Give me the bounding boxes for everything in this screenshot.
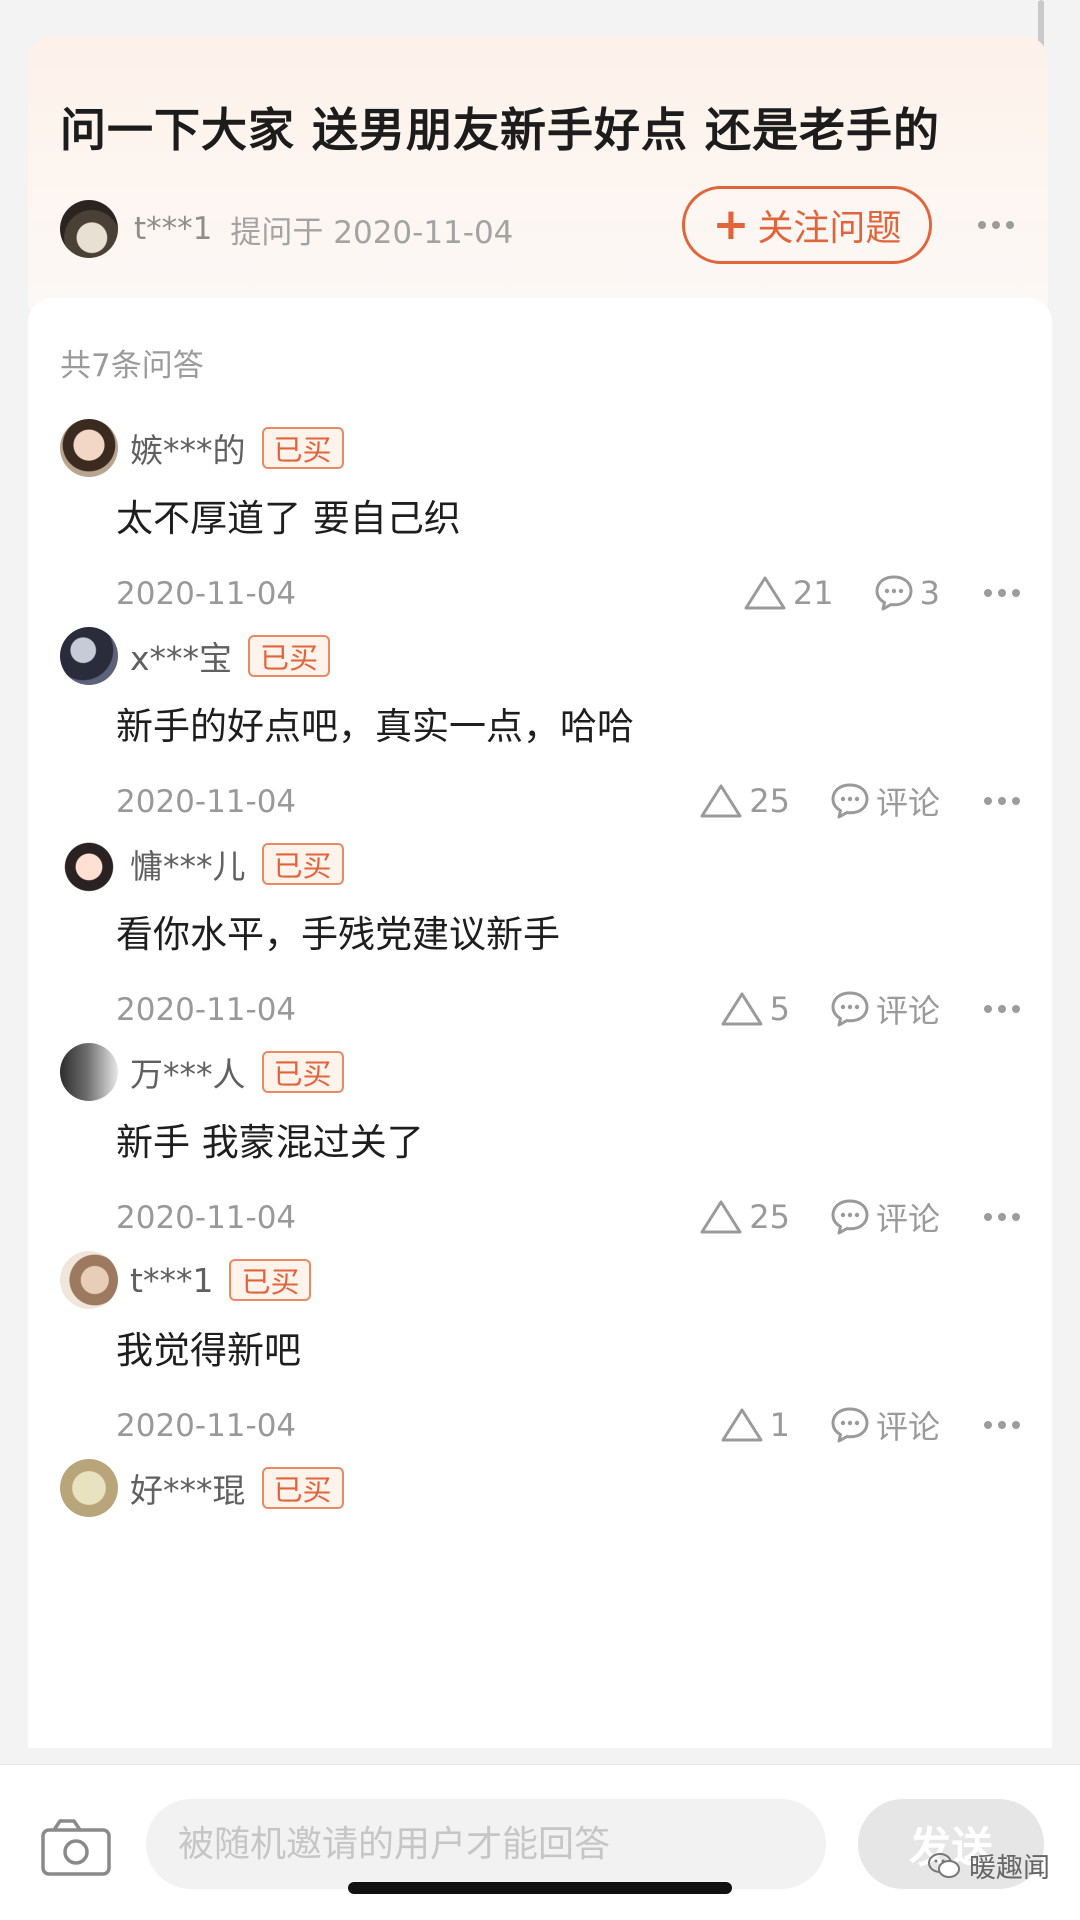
answer-actions: 1 评论 [680, 1400, 1020, 1450]
answer-text: 我觉得新吧 [116, 1329, 301, 1372]
user-avatar[interactable] [60, 627, 118, 685]
asker-name[interactable]: t***1 [134, 211, 212, 247]
like-button[interactable]: 25 [699, 1198, 790, 1236]
watermark: 暖趣闻 [927, 1846, 1050, 1885]
user-avatar[interactable] [60, 1043, 118, 1101]
answer-user-row: t***1 已买 [60, 1250, 312, 1310]
answer-user-row: x***宝 已买 [60, 626, 331, 686]
bought-badge: 已买 [261, 843, 344, 885]
user-avatar[interactable] [60, 1459, 118, 1517]
triangle-like-icon [700, 1200, 742, 1234]
like-count: 21 [792, 574, 834, 612]
bought-badge: 已买 [248, 635, 331, 677]
bought-badge: 已买 [261, 1051, 344, 1093]
comment-bubble-icon [831, 783, 869, 819]
comment-label: 评论 [875, 992, 940, 1030]
answer-user-row: 万***人 已买 [60, 1042, 344, 1102]
comment-label: 评论 [875, 784, 940, 822]
comment-button[interactable]: 评论 [830, 1402, 940, 1448]
answer-text: 新手的好点吧，真实一点，哈哈 [116, 705, 634, 748]
question-detail-page: 问一下大家 送男朋友新手好点 还是老手的 t***1 提问于 2020-11-0… [0, 0, 1080, 1920]
answer-date: 2020-11-04 [116, 576, 297, 612]
answer-date: 2020-11-04 [116, 1408, 297, 1444]
triangle-like-icon [744, 576, 786, 610]
user-name[interactable]: t***1 [130, 1261, 213, 1300]
more-icon[interactable] [984, 797, 1020, 805]
like-count: 25 [749, 782, 790, 820]
bought-badge: 已买 [261, 1467, 344, 1509]
user-name[interactable]: x***宝 [130, 632, 232, 680]
comment-bubble-icon [831, 1407, 869, 1443]
like-count: 1 [769, 1406, 790, 1444]
more-icon[interactable] [984, 1005, 1020, 1013]
triangle-like-icon [721, 992, 763, 1026]
answer-text: 看你水平，手残党建议新手 [116, 913, 560, 956]
reply-bar: 发送 [0, 1764, 1080, 1920]
follow-question-button[interactable]: + 关注问题 [682, 186, 932, 264]
user-name[interactable]: 慵***儿 [130, 840, 246, 888]
comment-button[interactable]: 3 [874, 574, 940, 612]
more-icon[interactable] [984, 1213, 1020, 1221]
answer-actions: 25 评论 [659, 1192, 1020, 1242]
answer-text: 新手 我蒙混过关了 [116, 1121, 424, 1164]
user-avatar[interactable] [60, 419, 118, 477]
like-count: 5 [769, 990, 790, 1028]
comment-label: 评论 [875, 1408, 940, 1446]
like-count: 25 [749, 1198, 790, 1236]
comment-label: 3 [919, 574, 940, 612]
user-name[interactable]: 好***琨 [130, 1464, 246, 1512]
question-title: 问一下大家 送男朋友新手好点 还是老手的 [60, 103, 941, 157]
comment-bubble-icon [831, 1199, 869, 1235]
user-name[interactable]: 嫉***的 [130, 424, 246, 472]
triangle-like-icon [721, 1408, 763, 1442]
bought-badge: 已买 [261, 427, 344, 469]
answer-date: 2020-11-04 [116, 784, 297, 820]
camera-button[interactable] [40, 1817, 112, 1877]
more-icon[interactable] [978, 221, 1014, 229]
answer-actions: 5 评论 [680, 984, 1020, 1034]
answer-user-row: 慵***儿 已买 [60, 834, 344, 894]
answer-user-row: 嫉***的 已买 [60, 418, 344, 478]
user-avatar[interactable] [60, 835, 118, 893]
comment-bubble-icon [831, 991, 869, 1027]
triangle-like-icon [700, 784, 742, 818]
like-button[interactable]: 1 [720, 1406, 790, 1444]
camera-icon [41, 1819, 111, 1876]
answer-date: 2020-11-04 [116, 1200, 297, 1236]
asked-at: 提问于 2020-11-04 [230, 214, 514, 251]
comment-bubble-icon [875, 575, 913, 611]
more-icon[interactable] [984, 1421, 1020, 1429]
wechat-logo-icon [928, 1852, 960, 1878]
comment-button[interactable]: 评论 [830, 986, 940, 1032]
answers-card: 共7条问答 嫉***的 已买 太不厚道了 要自己织 2020-11-04 21 … [28, 298, 1052, 1748]
bought-badge: 已买 [229, 1259, 312, 1301]
like-button[interactable]: 25 [699, 782, 790, 820]
answer-actions: 25 评论 [659, 776, 1020, 826]
answer-user-row: 好***琨 已买 [60, 1458, 344, 1518]
reply-input[interactable] [146, 1799, 826, 1889]
user-name[interactable]: 万***人 [130, 1048, 246, 1096]
answer-item: 好***琨 已买 [28, 1458, 1052, 1718]
answer-text: 太不厚道了 要自己织 [116, 497, 461, 540]
more-icon[interactable] [984, 589, 1020, 597]
asker-row: t***1 提问于 2020-11-04 [60, 191, 513, 267]
user-avatar[interactable] [60, 1251, 118, 1309]
like-button[interactable]: 21 [743, 574, 834, 612]
comment-button[interactable]: 评论 [830, 1194, 940, 1240]
question-card: 问一下大家 送男朋友新手好点 还是老手的 t***1 提问于 2020-11-0… [28, 36, 1048, 326]
answer-count: 共7条问答 [60, 348, 204, 384]
answer-date: 2020-11-04 [116, 992, 297, 1028]
answer-actions: 21 3 [703, 568, 1020, 618]
plus-icon: + [712, 199, 750, 250]
comment-label: 评论 [875, 1200, 940, 1238]
home-indicator[interactable] [348, 1882, 732, 1894]
like-button[interactable]: 5 [720, 990, 790, 1028]
asker-avatar[interactable] [60, 200, 118, 258]
watermark-text: 暖趣闻 [969, 1853, 1050, 1884]
follow-question-label: 关注问题 [757, 208, 902, 249]
comment-button[interactable]: 评论 [830, 778, 940, 824]
